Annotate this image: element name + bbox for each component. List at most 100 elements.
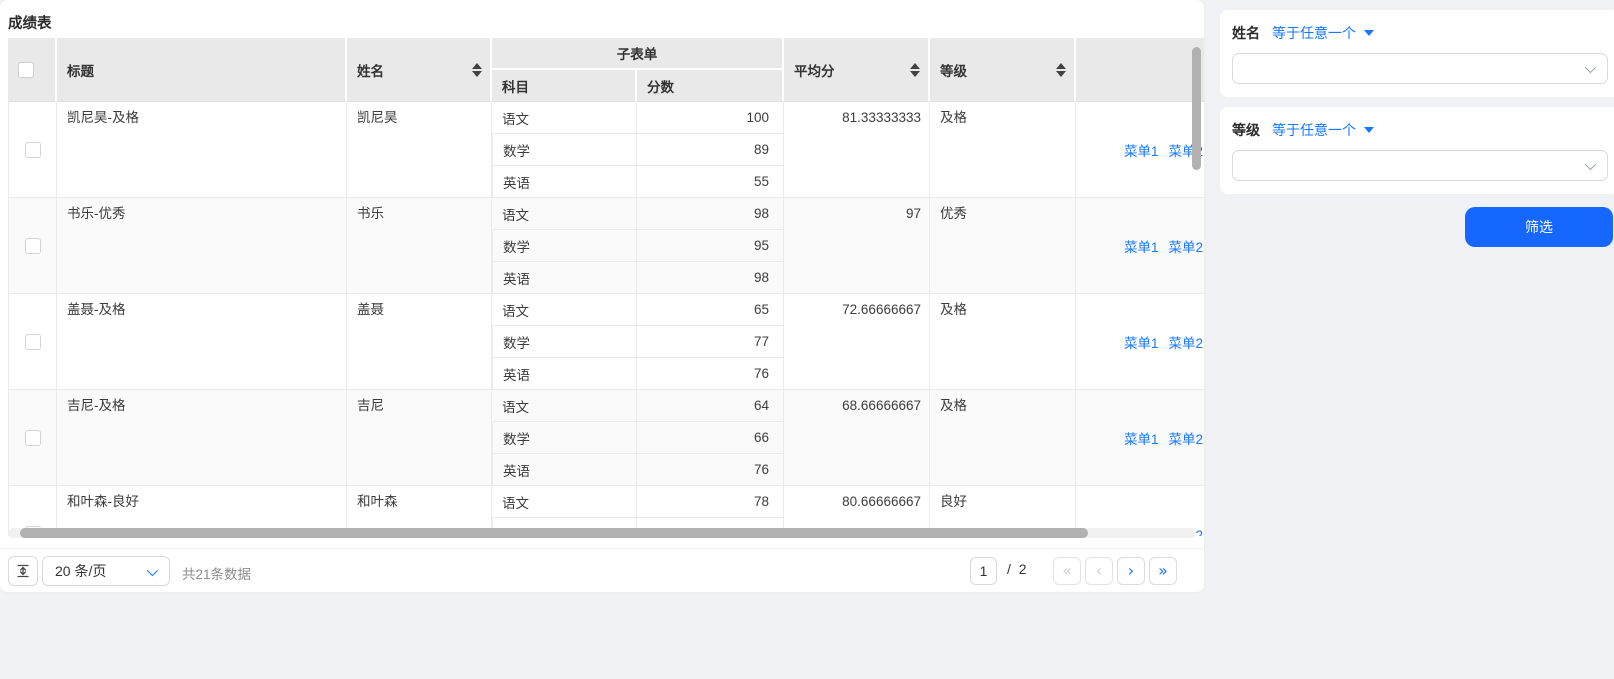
expand-height-icon — [15, 563, 31, 579]
first-page-button[interactable]: « — [1053, 557, 1081, 585]
filter-submit-button[interactable]: 筛选 — [1465, 207, 1613, 247]
subject-cell: 英语 — [492, 454, 637, 486]
table-row: 吉尼-及格 吉尼 语文 64 68.66666667 及格 菜单1菜单2 — [8, 390, 1204, 422]
row-title-cell: 书乐-优秀 — [57, 198, 347, 294]
table-row: 书乐-优秀 书乐 语文 98 97 优秀 菜单1菜单2 — [8, 198, 1204, 230]
next-page-button[interactable]: › — [1117, 557, 1145, 585]
header-score: 分数 — [637, 70, 784, 102]
header-actions — [1076, 38, 1204, 102]
table-row: 和叶森-良好 和叶森 语文 78 80.66666667 良好 菜单1菜单2 — [8, 486, 1204, 518]
row-checkbox[interactable] — [25, 430, 41, 446]
filter-name-label: 姓名 — [1232, 23, 1260, 43]
horizontal-scrollbar-track[interactable] — [8, 528, 1196, 538]
subject-cell: 语文 — [492, 486, 637, 518]
subject-cell: 数学 — [492, 230, 637, 262]
sort-icon-grade[interactable] — [1056, 63, 1066, 77]
subject-cell: 数学 — [492, 326, 637, 358]
header-subform: 子表单 — [492, 38, 784, 70]
row-actions-cell: 菜单1 菜单2 — [1076, 198, 1204, 294]
row-action-link[interactable]: 菜单1 — [1124, 432, 1159, 447]
score-cell: 76 — [637, 358, 784, 390]
header-average: 平均分 — [784, 38, 930, 102]
score-cell: 65 — [637, 294, 784, 326]
expand-height-button[interactable] — [8, 556, 38, 586]
row-grade-cell: 及格 — [930, 102, 1076, 198]
page-root: 成绩表 标题 姓 — [0, 0, 1614, 679]
subject-cell: 英语 — [492, 262, 637, 294]
last-page-button[interactable]: » — [1149, 557, 1177, 585]
row-checkbox[interactable] — [25, 238, 41, 254]
filter-card-name: 姓名 等于任意一个 — [1220, 10, 1614, 97]
score-cell: 77 — [637, 326, 784, 358]
double-chevron-left-icon: « — [1062, 563, 1072, 579]
header-grade: 等级 — [930, 38, 1076, 102]
page-size-value: 20 条/页 — [55, 561, 106, 581]
subject-cell: 语文 — [492, 390, 637, 422]
filter-grade-operator[interactable]: 等于任意一个 — [1272, 120, 1374, 140]
row-checkbox[interactable] — [25, 142, 41, 158]
row-title-cell: 凯尼昊-及格 — [57, 102, 347, 198]
table-header: 标题 姓名 子表单 平均分 — [8, 38, 1204, 102]
total-count-label: 共21条数据 — [182, 563, 251, 583]
row-action-link[interactable]: 菜单2 — [1169, 336, 1204, 351]
chevron-down-icon — [1585, 159, 1596, 170]
score-cell: 89 — [637, 134, 784, 166]
filter-name-select[interactable] — [1232, 53, 1608, 84]
subject-cell: 英语 — [492, 358, 637, 390]
double-chevron-right-icon: » — [1158, 563, 1168, 579]
table-body: 凯尼昊-及格 凯尼昊 语文 100 81.33333333 及格 菜单1菜单2 … — [8, 102, 1204, 536]
vertical-scrollbar-thumb[interactable] — [1192, 47, 1201, 170]
row-action-link[interactable]: 菜单2 — [1169, 432, 1204, 447]
current-page-input[interactable]: 1 — [970, 557, 997, 585]
row-checkbox-cell — [8, 198, 57, 294]
row-title-cell: 吉尼-及格 — [57, 390, 347, 486]
row-actions-cell: 菜单1菜单2 — [1076, 102, 1204, 198]
row-average-cell: 97 — [784, 198, 930, 294]
row-action-link[interactable]: 菜单1 — [1124, 240, 1159, 255]
caret-down-icon — [1364, 127, 1374, 133]
row-grade-cell: 及格 — [930, 294, 1076, 390]
row-title-cell: 盖聂-及格 — [57, 294, 347, 390]
page-count-label: / 2 — [1007, 561, 1029, 577]
chevron-down-icon — [1585, 62, 1596, 73]
row-actions-cell: 菜单1 菜单2 — [1076, 390, 1204, 486]
row-name-cell: 吉尼 — [347, 390, 492, 486]
score-cell: 64 — [637, 390, 784, 422]
score-cell: 66 — [637, 422, 784, 454]
row-name-cell: 书乐 — [347, 198, 492, 294]
row-checkbox-cell — [8, 102, 57, 198]
row-average-cell: 68.66666667 — [784, 390, 930, 486]
filter-grade-select[interactable] — [1232, 150, 1608, 181]
row-action-link[interactable]: 菜单1 — [1124, 336, 1159, 351]
page-size-select[interactable]: 20 条/页 — [42, 556, 170, 586]
subject-cell: 英语 — [492, 166, 637, 198]
score-cell: 95 — [637, 230, 784, 262]
subject-cell: 数学 — [492, 422, 637, 454]
grid-card: 成绩表 标题 姓 — [0, 0, 1204, 592]
header-select-all-cell — [8, 38, 57, 102]
row-name-cell: 盖聂 — [347, 294, 492, 390]
score-cell: 100 — [637, 102, 784, 134]
row-action-link[interactable]: 菜单2 — [1169, 240, 1204, 255]
select-all-checkbox[interactable] — [18, 62, 34, 78]
prev-page-button[interactable]: ‹ — [1085, 557, 1113, 585]
subject-cell: 语文 — [492, 198, 637, 230]
score-cell: 78 — [637, 486, 784, 518]
sort-icon-average[interactable] — [910, 63, 920, 77]
subject-cell: 语文 — [492, 102, 637, 134]
grid-footer: 20 条/页 共21条数据 1 / 2 « ‹ › » — [0, 548, 1204, 592]
score-cell: 76 — [637, 454, 784, 486]
score-cell: 98 — [637, 262, 784, 294]
grade-table: 标题 姓名 子表单 平均分 — [8, 38, 1204, 536]
row-action-link[interactable]: 菜单1 — [1124, 144, 1159, 159]
row-average-cell: 72.66666667 — [784, 294, 930, 390]
filter-name-operator[interactable]: 等于任意一个 — [1272, 23, 1374, 43]
table-row: 盖聂-及格 盖聂 语文 65 72.66666667 及格 菜单1菜单2 — [8, 294, 1204, 326]
horizontal-scrollbar-thumb[interactable] — [20, 528, 1088, 538]
row-actions-cell: 菜单1 菜单2 — [1076, 294, 1204, 390]
row-name-cell: 凯尼昊 — [347, 102, 492, 198]
row-average-cell: 81.33333333 — [784, 102, 930, 198]
row-grade-cell: 及格 — [930, 390, 1076, 486]
row-checkbox[interactable] — [25, 334, 41, 350]
sort-icon-name[interactable] — [472, 63, 482, 77]
